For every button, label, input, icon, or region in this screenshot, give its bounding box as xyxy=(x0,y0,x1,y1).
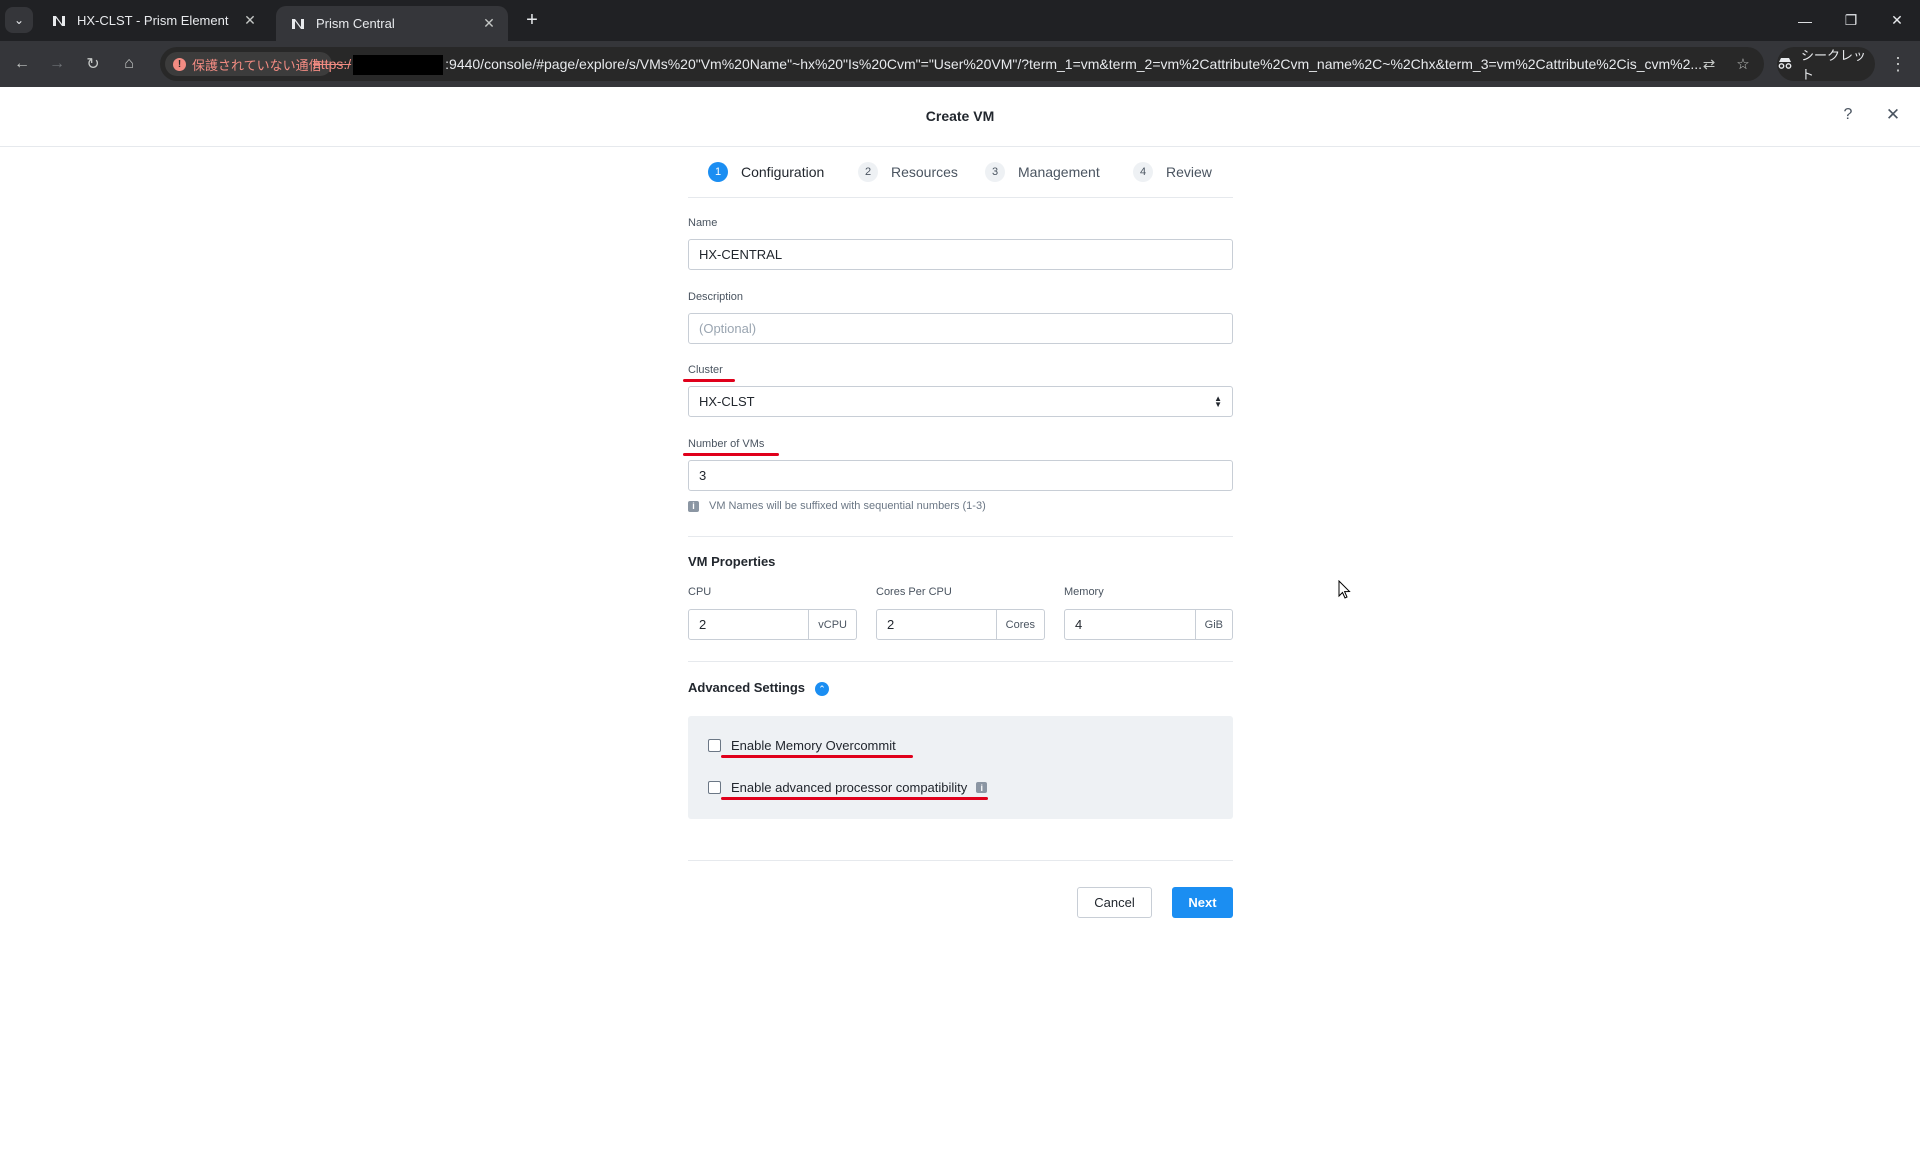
step-number: 4 xyxy=(1133,162,1153,182)
cores-per-cpu-input[interactable]: 2 Cores xyxy=(876,609,1045,640)
bookmark-star-icon[interactable]: ☆ xyxy=(1733,54,1753,74)
modal-close-icon[interactable]: ✕ xyxy=(1883,105,1903,125)
cores-value: 2 xyxy=(887,617,895,632)
processor-compat-row[interactable]: Enable advanced processor compatibility … xyxy=(708,780,988,795)
back-arrow-icon[interactable]: ← xyxy=(8,50,36,78)
info-icon[interactable]: i xyxy=(976,782,988,793)
memory-overcommit-checkbox[interactable] xyxy=(708,739,721,752)
processor-compat-checkbox[interactable] xyxy=(708,781,721,794)
cpu-value: 2 xyxy=(699,617,707,632)
memory-label: Memory xyxy=(1064,586,1104,598)
security-chip-label: 保護されていない通信 xyxy=(192,57,322,73)
num-vms-hint: i VM Names will be suffixed with sequent… xyxy=(688,500,986,512)
close-icon[interactable]: ✕ xyxy=(480,15,498,33)
annotation-underline xyxy=(683,379,735,382)
modal-title: Create VM xyxy=(925,108,995,124)
divider xyxy=(688,661,1233,662)
processor-compat-label: Enable advanced processor compatibility xyxy=(731,780,968,795)
step-label: Configuration xyxy=(741,164,825,180)
step-number: 3 xyxy=(985,162,1005,182)
cluster-select-value: HX-CLST xyxy=(699,394,755,409)
restore-icon[interactable]: ❐ xyxy=(1828,0,1874,41)
next-button[interactable]: Next xyxy=(1172,887,1233,918)
cores-label: Cores Per CPU xyxy=(876,586,952,598)
step-label: Management xyxy=(1018,164,1100,180)
divider xyxy=(688,860,1233,861)
kebab-menu-icon[interactable]: ⋮ xyxy=(1886,50,1910,78)
info-icon: i xyxy=(688,500,699,512)
nutanix-favicon-icon xyxy=(51,13,67,29)
modal-header: Create VM ? ✕ xyxy=(0,87,1920,147)
nutanix-favicon-icon xyxy=(290,16,306,32)
close-icon[interactable]: ✕ xyxy=(241,12,259,30)
cpu-input[interactable]: 2 vCPU xyxy=(688,609,857,640)
description-input[interactable] xyxy=(688,313,1233,344)
vm-properties-title: VM Properties xyxy=(688,554,776,569)
name-input[interactable] xyxy=(688,239,1233,270)
home-icon[interactable]: ⌂ xyxy=(115,50,143,78)
window-close-icon[interactable]: ✕ xyxy=(1874,0,1920,41)
description-label: Description xyxy=(688,291,744,303)
step-label: Resources xyxy=(891,164,958,180)
annotation-underline xyxy=(721,797,988,800)
num-vms-label: Number of VMs xyxy=(688,438,765,450)
url-text[interactable]: https:/ :9440/console/#page/explore/s/VMs… xyxy=(313,47,1843,81)
cpu-unit: vCPU xyxy=(808,610,856,639)
url-scheme: https:/ xyxy=(313,56,352,72)
browser-tab-prism-central[interactable]: Prism Central ✕ xyxy=(276,6,508,41)
step-configuration[interactable]: 1 Configuration xyxy=(708,162,824,182)
memory-overcommit-label: Enable Memory Overcommit xyxy=(731,738,896,753)
browser-tabstrip: ⌄ HX-CLST - Prism Element ✕ Prism Centra… xyxy=(0,0,1920,41)
new-tab-plus-icon[interactable]: + xyxy=(520,8,544,32)
forward-arrow-icon[interactable]: → xyxy=(43,50,71,78)
chevron-up-icon[interactable]: ⌃ xyxy=(815,682,829,696)
tab-search-chevron-icon[interactable]: ⌄ xyxy=(5,7,33,33)
help-icon[interactable]: ? xyxy=(1838,105,1858,125)
step-review[interactable]: 4 Review xyxy=(1133,162,1212,182)
redacted-host xyxy=(353,55,444,76)
url-path: :9440/console/#page/explore/s/VMs%20"Vm%… xyxy=(445,56,1703,72)
divider xyxy=(688,536,1233,537)
incognito-label: シークレット xyxy=(1801,48,1867,82)
num-vms-input[interactable] xyxy=(688,460,1233,491)
annotation-underline xyxy=(721,755,913,758)
address-bar[interactable]: ! 保護されていない通信 https:/ :9440/console/#page/… xyxy=(160,47,1764,81)
reload-icon[interactable]: ↻ xyxy=(79,50,107,78)
memory-value: 4 xyxy=(1075,617,1083,632)
browser-toolbar: ← → ↻ ⌂ ! 保護されていない通信 https:/ :9440/consol… xyxy=(0,41,1920,87)
step-number: 2 xyxy=(858,162,878,182)
num-vms-hint-text: VM Names will be suffixed with sequentia… xyxy=(709,500,986,512)
incognito-chip[interactable]: シークレット xyxy=(1777,47,1875,82)
step-resources[interactable]: 2 Resources xyxy=(858,162,958,182)
cluster-label: Cluster xyxy=(688,364,723,376)
incognito-icon xyxy=(1777,56,1793,73)
cluster-select[interactable]: HX-CLST ▲ ▼ xyxy=(688,386,1233,417)
cancel-button[interactable]: Cancel xyxy=(1077,887,1152,918)
step-management[interactable]: 3 Management xyxy=(985,162,1100,182)
annotation-underline xyxy=(683,453,779,456)
cores-unit: Cores xyxy=(995,610,1044,639)
cpu-label: CPU xyxy=(688,586,712,598)
warning-icon: ! xyxy=(173,57,186,71)
step-number: 1 xyxy=(708,162,728,182)
memory-unit: GiB xyxy=(1194,610,1232,639)
security-chip[interactable]: ! 保護されていない通信 xyxy=(165,52,332,76)
name-label: Name xyxy=(688,217,718,229)
advanced-settings-title: Advanced Settings xyxy=(688,680,806,695)
minimize-icon[interactable]: — xyxy=(1782,0,1828,41)
memory-input[interactable]: 4 GiB xyxy=(1064,609,1233,640)
tab-title: HX-CLST - Prism Element xyxy=(77,13,229,28)
translate-icon[interactable]: ⇄ xyxy=(1699,54,1719,74)
memory-overcommit-row[interactable]: Enable Memory Overcommit xyxy=(708,738,896,753)
advanced-settings-panel: Enable Memory Overcommit Enable advanced… xyxy=(688,716,1233,819)
browser-tab-prism-element[interactable]: HX-CLST - Prism Element ✕ xyxy=(37,0,269,41)
tab-title: Prism Central xyxy=(316,16,395,31)
select-arrows-icon: ▲ ▼ xyxy=(1214,393,1222,409)
step-label: Review xyxy=(1166,164,1212,180)
wizard-steps: 1 Configuration 2 Resources 3 Management… xyxy=(688,159,1233,198)
